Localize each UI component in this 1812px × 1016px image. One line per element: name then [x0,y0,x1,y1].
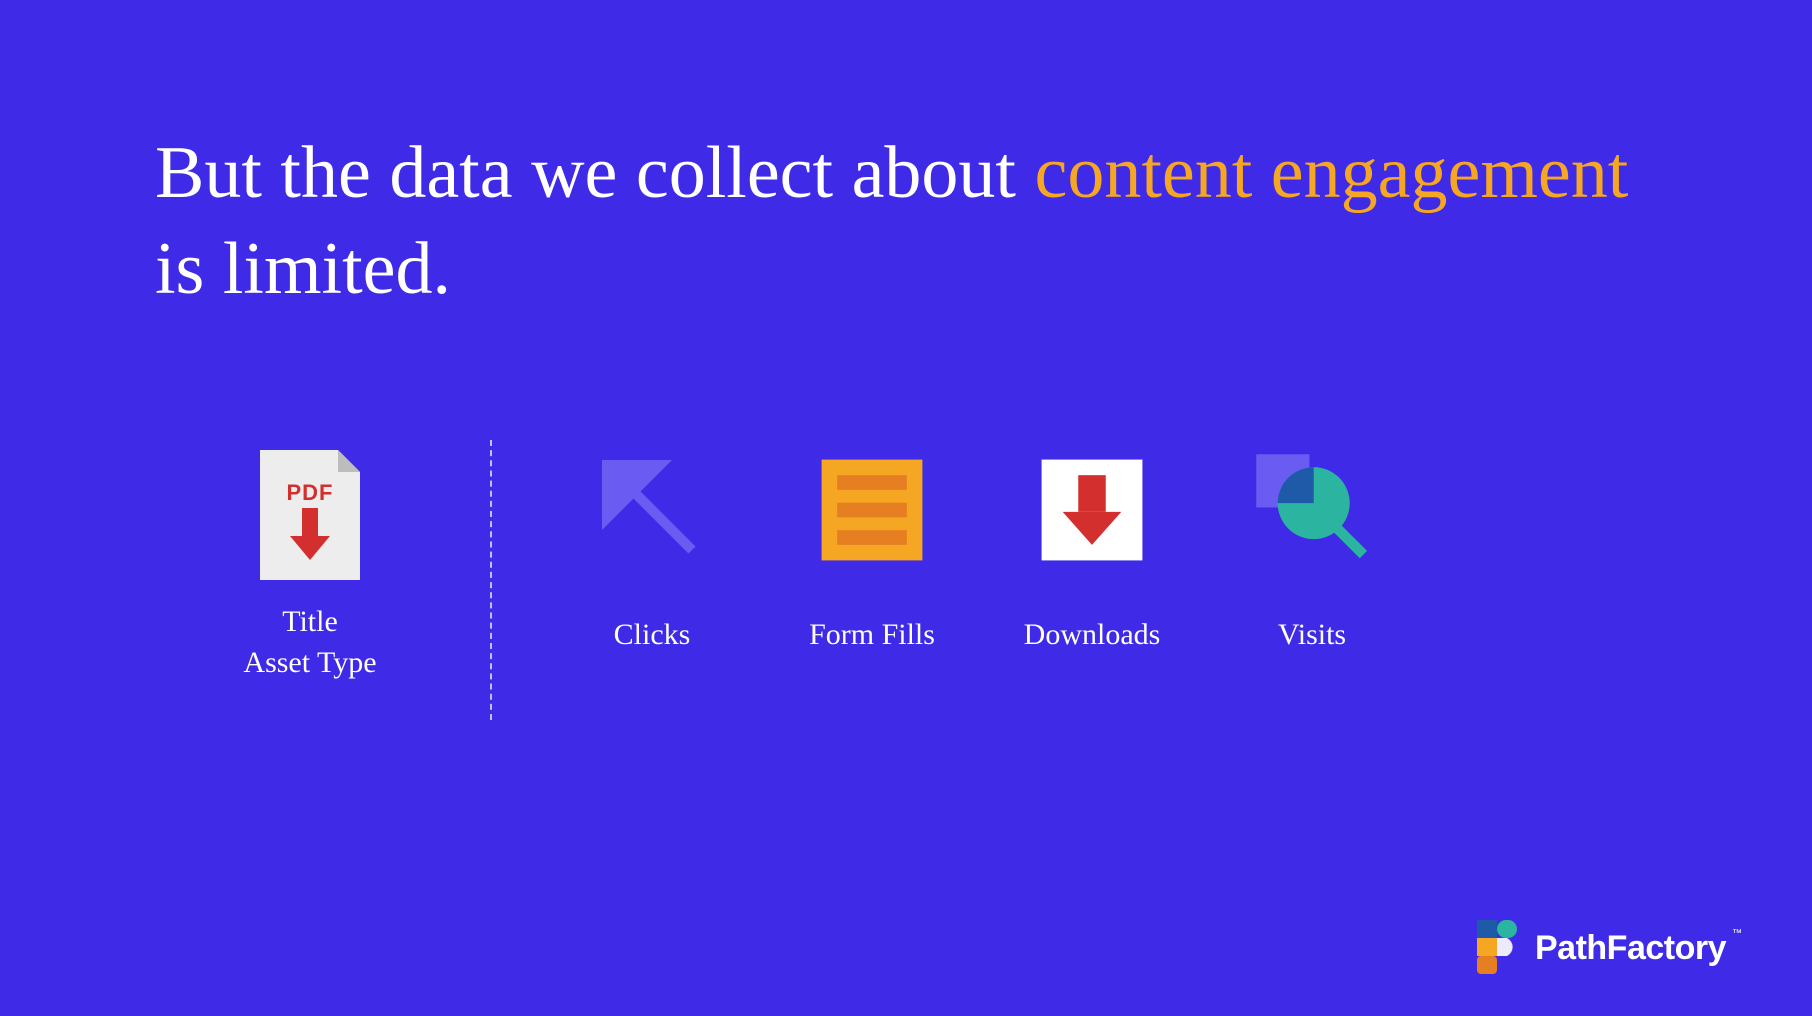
asset-column: PDF Title Asset Type [200,450,420,683]
magnifier-chart-icon [1252,450,1372,570]
brand-trademark: ™ [1732,928,1742,939]
cursor-arrow-icon [592,450,712,570]
metric-form-fills: Form Fills [802,450,942,652]
vertical-divider [490,440,492,720]
metric-downloads: Downloads [1022,450,1162,652]
form-lines-icon [812,450,932,570]
metrics-row: Clicks Form Fills [582,450,1382,652]
headline: But the data we collect about content en… [155,125,1655,317]
headline-part2: is limited. [155,228,451,310]
pdf-page-shape: PDF [260,450,360,580]
asset-caption: Title Asset Type [243,602,376,683]
headline-part1: But the data we collect about [155,132,1034,214]
pdf-file-icon: PDF [260,450,360,580]
slide: But the data we collect about content en… [0,0,1812,1016]
pdf-download-arrow-icon [290,508,330,563]
brand-footer: PathFactory ™ [1477,920,1742,976]
metric-clicks: Clicks [582,450,722,652]
headline-accent: content engagement [1034,132,1628,214]
pathfactory-logo-icon [1477,920,1521,976]
metric-label: Clicks [614,618,691,652]
content-row: PDF Title Asset Type [200,450,1382,720]
brand-name: PathFactory [1535,929,1726,968]
download-arrow-icon [1032,450,1152,570]
metric-label: Visits [1278,618,1346,652]
metric-visits: Visits [1242,450,1382,652]
asset-caption-line1: Title [243,602,376,643]
asset-caption-line2: Asset Type [243,643,376,684]
pdf-filetype-label: PDF [260,480,360,506]
metric-label: Form Fills [809,618,935,652]
metric-label: Downloads [1024,618,1161,652]
